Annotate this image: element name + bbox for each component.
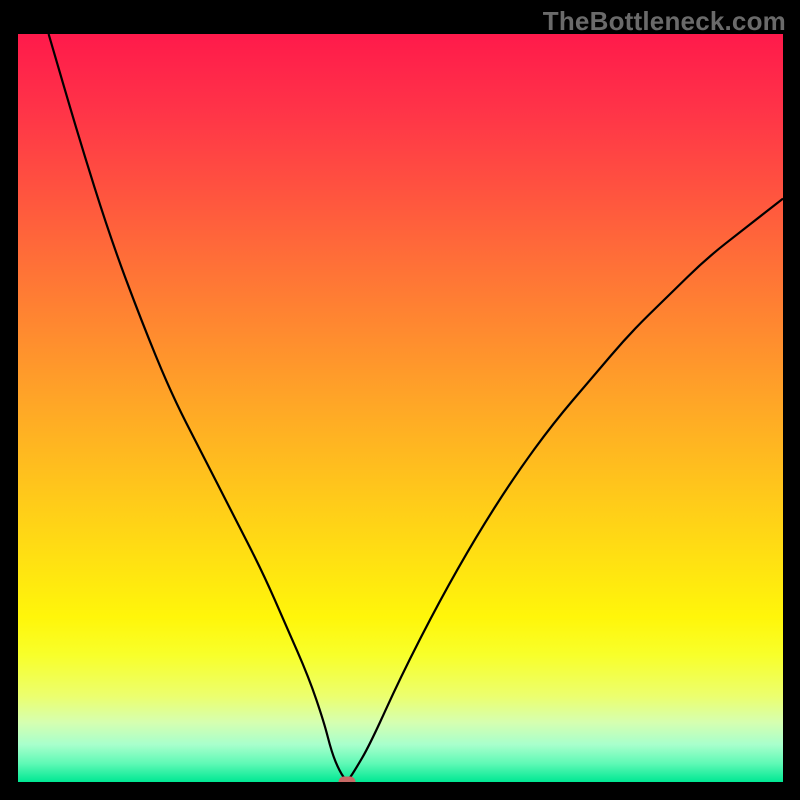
- plot-area: [18, 34, 783, 782]
- chart-frame: TheBottleneck.com: [0, 0, 800, 800]
- bottleneck-curve: [18, 34, 783, 782]
- optimal-point-marker: [338, 777, 355, 783]
- watermark-text: TheBottleneck.com: [543, 6, 786, 37]
